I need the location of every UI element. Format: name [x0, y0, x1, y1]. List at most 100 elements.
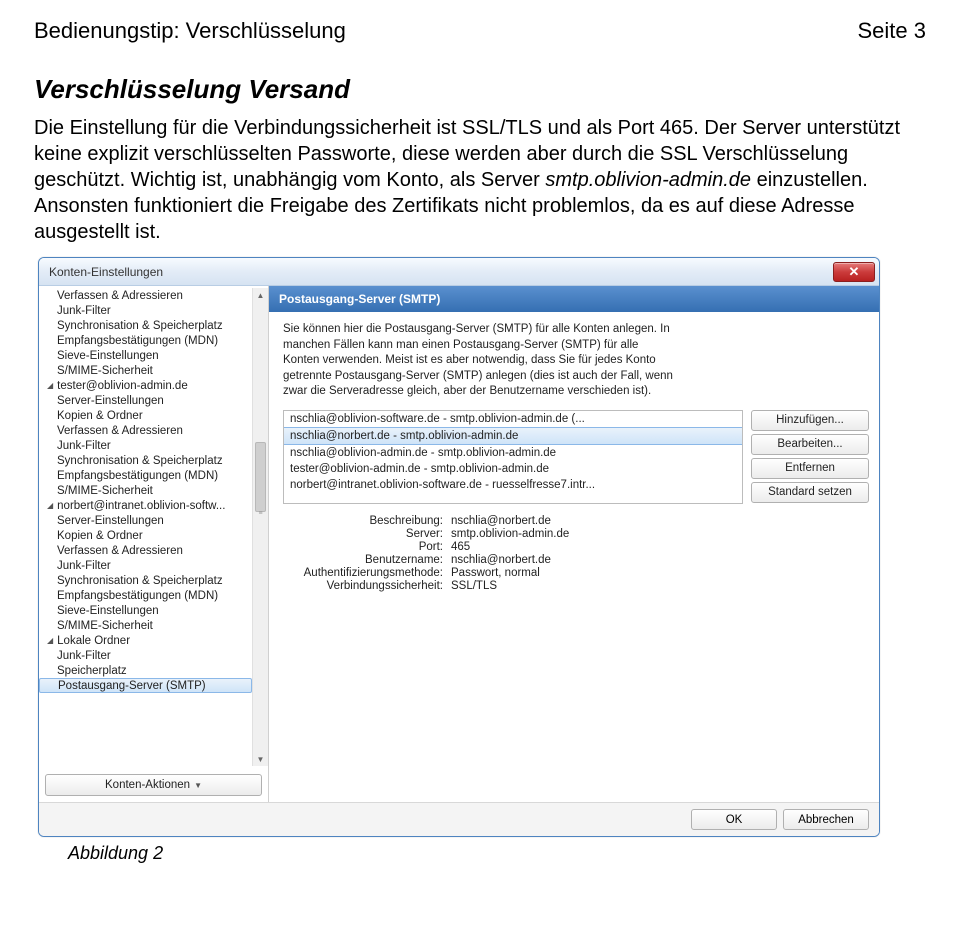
- tree-item-label: Synchronisation & Speicherplatz: [57, 455, 223, 467]
- smtp-list-row-text: nschlia@norbert.de - smtp.oblivion-admin…: [290, 430, 518, 442]
- settings-tree-node[interactable]: Kopien & Ordner: [39, 528, 252, 543]
- detail-row: Beschreibung:nschlia@norbert.de: [283, 515, 865, 527]
- scroll-up-icon[interactable]: ▲: [253, 288, 268, 302]
- sidebar-scrollbar[interactable]: ▲ ≡ ▼: [252, 288, 268, 766]
- settings-tree-node[interactable]: Synchronisation & Speicherplatz: [39, 453, 252, 468]
- detail-value: smtp.oblivion-admin.de: [451, 528, 865, 540]
- smtp-list-row[interactable]: norbert@intranet.oblivion-software.de - …: [284, 477, 742, 493]
- smtp-server-list[interactable]: nschlia@oblivion-software.de - smtp.obli…: [283, 410, 743, 504]
- settings-tree-node[interactable]: Junk-Filter: [39, 303, 252, 318]
- tree-item-label: Junk-Filter: [57, 440, 111, 452]
- detail-label: Server:: [283, 528, 451, 540]
- detail-value: nschlia@norbert.de: [451, 515, 865, 527]
- settings-tree-node[interactable]: Speicherplatz: [39, 663, 252, 678]
- pane-description: Sie können hier die Postausgang-Server (…: [269, 312, 689, 406]
- titlebar[interactable]: Konten-Einstellungen ✕: [39, 258, 879, 286]
- settings-tree-node[interactable]: Junk-Filter: [39, 438, 252, 453]
- detail-row: Authentifizierungsmethode:Passwort, norm…: [283, 567, 865, 579]
- dialog-footer: OK Abbrechen: [39, 802, 879, 836]
- smtp-server-block: nschlia@oblivion-software.de - smtp.obli…: [269, 406, 879, 506]
- settings-tree-node[interactable]: Empfangsbestätigungen (MDN): [39, 588, 252, 603]
- settings-tree-node[interactable]: S/MIME-Sicherheit: [39, 483, 252, 498]
- account-tree-node[interactable]: Lokale Ordner: [39, 633, 252, 648]
- tree-item-label: Empfangsbestätigungen (MDN): [57, 335, 218, 347]
- account-tree-node[interactable]: norbert@intranet.oblivion-softw...: [39, 498, 252, 513]
- settings-tree-node[interactable]: Verfassen & Adressieren: [39, 543, 252, 558]
- settings-tree-node[interactable]: S/MIME-Sicherheit: [39, 618, 252, 633]
- smtp-server-details: Beschreibung:nschlia@norbert.deServer:sm…: [269, 506, 879, 601]
- smtp-list-row[interactable]: nschlia@norbert.de - smtp.oblivion-admin…: [284, 427, 742, 445]
- tree-item-label: Empfangsbestätigungen (MDN): [57, 590, 218, 602]
- settings-tree-node[interactable]: Server-Einstellungen: [39, 513, 252, 528]
- close-button[interactable]: ✕: [833, 262, 875, 282]
- detail-value: nschlia@norbert.de: [451, 554, 865, 566]
- edit-button[interactable]: Bearbeiten...: [751, 434, 869, 455]
- document-header: Bedienungstip: Verschlüsselung Seite 3: [34, 18, 926, 44]
- settings-tree-node[interactable]: Empfangsbestätigungen (MDN): [39, 333, 252, 348]
- section-heading: Verschlüsselung Versand: [34, 74, 926, 105]
- settings-tree-node[interactable]: Sieve-Einstellungen: [39, 603, 252, 618]
- detail-value: SSL/TLS: [451, 580, 865, 592]
- doc-title: Bedienungstip: Verschlüsselung: [34, 18, 346, 44]
- smtp-buttons: Hinzufügen... Bearbeiten... Entfernen St…: [751, 410, 869, 504]
- smtp-list-row-text: tester@oblivion-admin.de - smtp.oblivion…: [290, 463, 549, 475]
- smtp-list-row[interactable]: tester@oblivion-admin.de - smtp.oblivion…: [284, 461, 742, 477]
- settings-tree-node[interactable]: Server-Einstellungen: [39, 393, 252, 408]
- chevron-down-icon: ▼: [194, 781, 202, 790]
- para-server-name: smtp.oblivion-admin.de: [545, 169, 751, 191]
- settings-tree-node[interactable]: Verfassen & Adressieren: [39, 288, 252, 303]
- dialog-body: Verfassen & AdressierenJunk-FilterSynchr…: [39, 286, 879, 802]
- ok-button[interactable]: OK: [691, 809, 777, 830]
- settings-tree-node[interactable]: Junk-Filter: [39, 558, 252, 573]
- smtp-list-row[interactable]: nschlia@oblivion-admin.de - smtp.oblivio…: [284, 445, 742, 461]
- settings-tree-node[interactable]: Synchronisation & Speicherplatz: [39, 318, 252, 333]
- tree-item-label: Lokale Ordner: [57, 635, 130, 647]
- account-actions-button[interactable]: Konten-Aktionen ▼: [45, 774, 262, 796]
- add-button-label: Hinzufügen...: [776, 414, 844, 426]
- set-default-button[interactable]: Standard setzen: [751, 482, 869, 503]
- detail-row: Server:smtp.oblivion-admin.de: [283, 528, 865, 540]
- pane-header: Postausgang-Server (SMTP): [269, 286, 879, 312]
- detail-label: Port:: [283, 541, 451, 553]
- tree-item-label: Sieve-Einstellungen: [57, 605, 159, 617]
- settings-tree-node[interactable]: Verfassen & Adressieren: [39, 423, 252, 438]
- main-pane: Postausgang-Server (SMTP) Sie können hie…: [269, 286, 879, 802]
- smtp-list-row-text: norbert@intranet.oblivion-software.de - …: [290, 479, 595, 491]
- intro-paragraph: Die Einstellung für die Verbindungssiche…: [34, 115, 926, 245]
- accounts-sidebar: Verfassen & AdressierenJunk-FilterSynchr…: [39, 286, 269, 802]
- tree-item-label: Junk-Filter: [57, 650, 111, 662]
- tree-item-label: Verfassen & Adressieren: [57, 545, 183, 557]
- scroll-track[interactable]: ≡: [253, 302, 268, 752]
- tree-item-label: Junk-Filter: [57, 305, 111, 317]
- add-button[interactable]: Hinzufügen...: [751, 410, 869, 431]
- tree-item-label: Kopien & Ordner: [57, 410, 143, 422]
- settings-tree-node[interactable]: Postausgang-Server (SMTP): [39, 678, 252, 693]
- settings-tree-node[interactable]: Sieve-Einstellungen: [39, 348, 252, 363]
- scroll-down-icon[interactable]: ▼: [253, 752, 268, 766]
- detail-row: Benutzername:nschlia@norbert.de: [283, 554, 865, 566]
- settings-tree-node[interactable]: Empfangsbestätigungen (MDN): [39, 468, 252, 483]
- doc-page: Seite 3: [858, 18, 927, 44]
- settings-tree-node[interactable]: Junk-Filter: [39, 648, 252, 663]
- settings-tree-node[interactable]: Kopien & Ordner: [39, 408, 252, 423]
- account-tree-node[interactable]: tester@oblivion-admin.de: [39, 378, 252, 393]
- set-default-button-label: Standard setzen: [768, 486, 852, 498]
- settings-tree-node[interactable]: S/MIME-Sicherheit: [39, 363, 252, 378]
- tree-item-label: Kopien & Ordner: [57, 530, 143, 542]
- remove-button[interactable]: Entfernen: [751, 458, 869, 479]
- accounts-tree: Verfassen & AdressierenJunk-FilterSynchr…: [39, 286, 268, 768]
- detail-row: Port:465: [283, 541, 865, 553]
- detail-row: Verbindungssicherheit:SSL/TLS: [283, 580, 865, 592]
- detail-value: Passwort, normal: [451, 567, 865, 579]
- settings-tree-node[interactable]: Synchronisation & Speicherplatz: [39, 573, 252, 588]
- detail-label: Beschreibung:: [283, 515, 451, 527]
- tree-item-label: Synchronisation & Speicherplatz: [57, 575, 223, 587]
- tree-item-label: Verfassen & Adressieren: [57, 290, 183, 302]
- scroll-thumb[interactable]: [255, 442, 266, 512]
- tree-item-label: Speicherplatz: [57, 665, 127, 677]
- smtp-list-row[interactable]: nschlia@oblivion-software.de - smtp.obli…: [284, 411, 742, 427]
- remove-button-label: Entfernen: [785, 462, 835, 474]
- tree-item-label: Sieve-Einstellungen: [57, 350, 159, 362]
- smtp-list-row-text: nschlia@oblivion-admin.de - smtp.oblivio…: [290, 447, 556, 459]
- cancel-button[interactable]: Abbrechen: [783, 809, 869, 830]
